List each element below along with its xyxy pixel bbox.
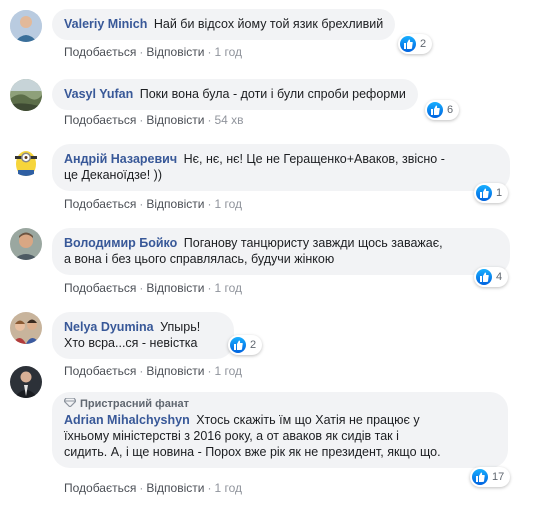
like-icon	[476, 269, 492, 285]
like-icon	[472, 469, 488, 485]
comment-time[interactable]: 1 год	[214, 45, 242, 59]
comment-bubble: Андрій Назаревич Нє, нє, нє! Це не Геращ…	[52, 144, 510, 191]
avatar[interactable]	[10, 312, 42, 344]
comment-time[interactable]: 1 год	[214, 481, 242, 495]
comment-author[interactable]: Adrian Mihalchyshyn	[64, 413, 190, 427]
comment-text-line: а вона і без цього справлялась, будучи ж…	[64, 252, 335, 266]
like-link[interactable]: Подобається	[64, 281, 136, 295]
comment-author[interactable]: Володимир Бойко	[64, 236, 177, 250]
comment-bubble: Пристрасний фанат Adrian Mihalchyshyn Хт…	[52, 392, 508, 468]
reply-link[interactable]: Відповісти	[146, 197, 204, 211]
comment-actions: Подобається · Відповісти · 1 год	[64, 364, 242, 378]
landscape-icon	[10, 79, 42, 111]
reply-link[interactable]: Відповісти	[146, 113, 204, 127]
comment-text-line: Хтось скажіть їм що Хатія не працює у	[196, 413, 420, 427]
comment-text: Поки вона була - доти і були спроби рефо…	[139, 87, 406, 101]
reaction-count[interactable]: 1	[474, 183, 509, 203]
reply-link[interactable]: Відповісти	[146, 481, 204, 495]
like-link[interactable]: Подобається	[64, 364, 136, 378]
comment-text-line: сидить. А, і ще новина - Порох вже рік я…	[64, 445, 441, 459]
like-icon	[476, 185, 492, 201]
comment-actions: Подобається · Відповісти · 1 год	[64, 481, 242, 495]
comment-actions: Подобається · Відповісти · 1 год	[64, 45, 242, 59]
man-icon	[10, 228, 42, 260]
avatar[interactable]	[10, 79, 42, 111]
comment-author[interactable]: Nelya Dyumina	[64, 320, 154, 334]
group-photo-icon	[10, 312, 42, 344]
comment-time[interactable]: 54 хв	[214, 113, 243, 127]
comment-bubble: Vasyl Yufan Поки вона була - доти і були…	[52, 79, 418, 110]
like-icon	[427, 102, 443, 118]
like-link[interactable]: Подобається	[64, 197, 136, 211]
comment-text-line: це Деканоїдзе! ))	[64, 168, 162, 182]
like-icon	[230, 337, 246, 353]
comment-bubble: Nelya Dyumina Упырь! Хто всра...ся - нев…	[52, 312, 234, 359]
reply-link[interactable]: Відповісти	[146, 364, 204, 378]
comment-text-line: Хто всра...ся - невістка	[64, 336, 198, 350]
avatar[interactable]	[10, 144, 42, 176]
avatar[interactable]	[10, 366, 42, 398]
reply-link[interactable]: Відповісти	[146, 281, 204, 295]
comment-author[interactable]: Vasyl Yufan	[64, 87, 133, 101]
avatar[interactable]	[10, 10, 42, 42]
fan-badge[interactable]: Пристрасний фанат	[63, 397, 496, 411]
comment-actions: Подобається · Відповісти · 54 хв	[64, 113, 244, 127]
comment-text-line: Нє, нє, нє! Це не Геращенко+Аваков, звіс…	[183, 152, 445, 166]
man-in-suit-icon	[10, 366, 42, 398]
man-icon	[10, 10, 42, 42]
like-link[interactable]: Подобається	[64, 113, 136, 127]
minion-icon	[10, 144, 42, 176]
comment-actions: Подобається · Відповісти · 1 год	[64, 197, 242, 211]
comment-time[interactable]: 1 год	[214, 364, 242, 378]
reaction-count[interactable]: 6	[425, 100, 460, 120]
like-link[interactable]: Подобається	[64, 45, 136, 59]
avatar[interactable]	[10, 228, 42, 260]
comment-bubble: Valeriy Minich Най би відсох йому той яз…	[52, 9, 396, 40]
like-icon	[400, 36, 416, 52]
like-link[interactable]: Подобається	[64, 481, 136, 495]
comment-text-line: Упырь!	[160, 320, 201, 334]
comment-bubble: Володимир Бойко Поганову танцюристу завж…	[52, 228, 510, 275]
comment-author[interactable]: Андрій Назаревич	[64, 152, 177, 166]
reaction-count[interactable]: 2	[228, 335, 263, 355]
reply-link[interactable]: Відповісти	[146, 45, 204, 59]
comment-time[interactable]: 1 год	[214, 281, 242, 295]
comment-time[interactable]: 1 год	[214, 197, 242, 211]
comment-author[interactable]: Valeriy Minich	[64, 17, 147, 31]
comment-text-line: Поганову танцюристу завжди щось заважає,	[183, 236, 443, 250]
reaction-count[interactable]: 4	[474, 267, 509, 287]
comment-text-line: їхньому міністерстві з 2016 року, а от а…	[64, 429, 399, 443]
diamond-icon	[63, 397, 77, 411]
reaction-count[interactable]: 17	[470, 467, 511, 487]
comment-text: Най би відсох йому той язик брехливий	[153, 17, 384, 31]
reaction-count[interactable]: 2	[398, 34, 433, 54]
comment-actions: Подобається · Відповісти · 1 год	[64, 281, 242, 295]
